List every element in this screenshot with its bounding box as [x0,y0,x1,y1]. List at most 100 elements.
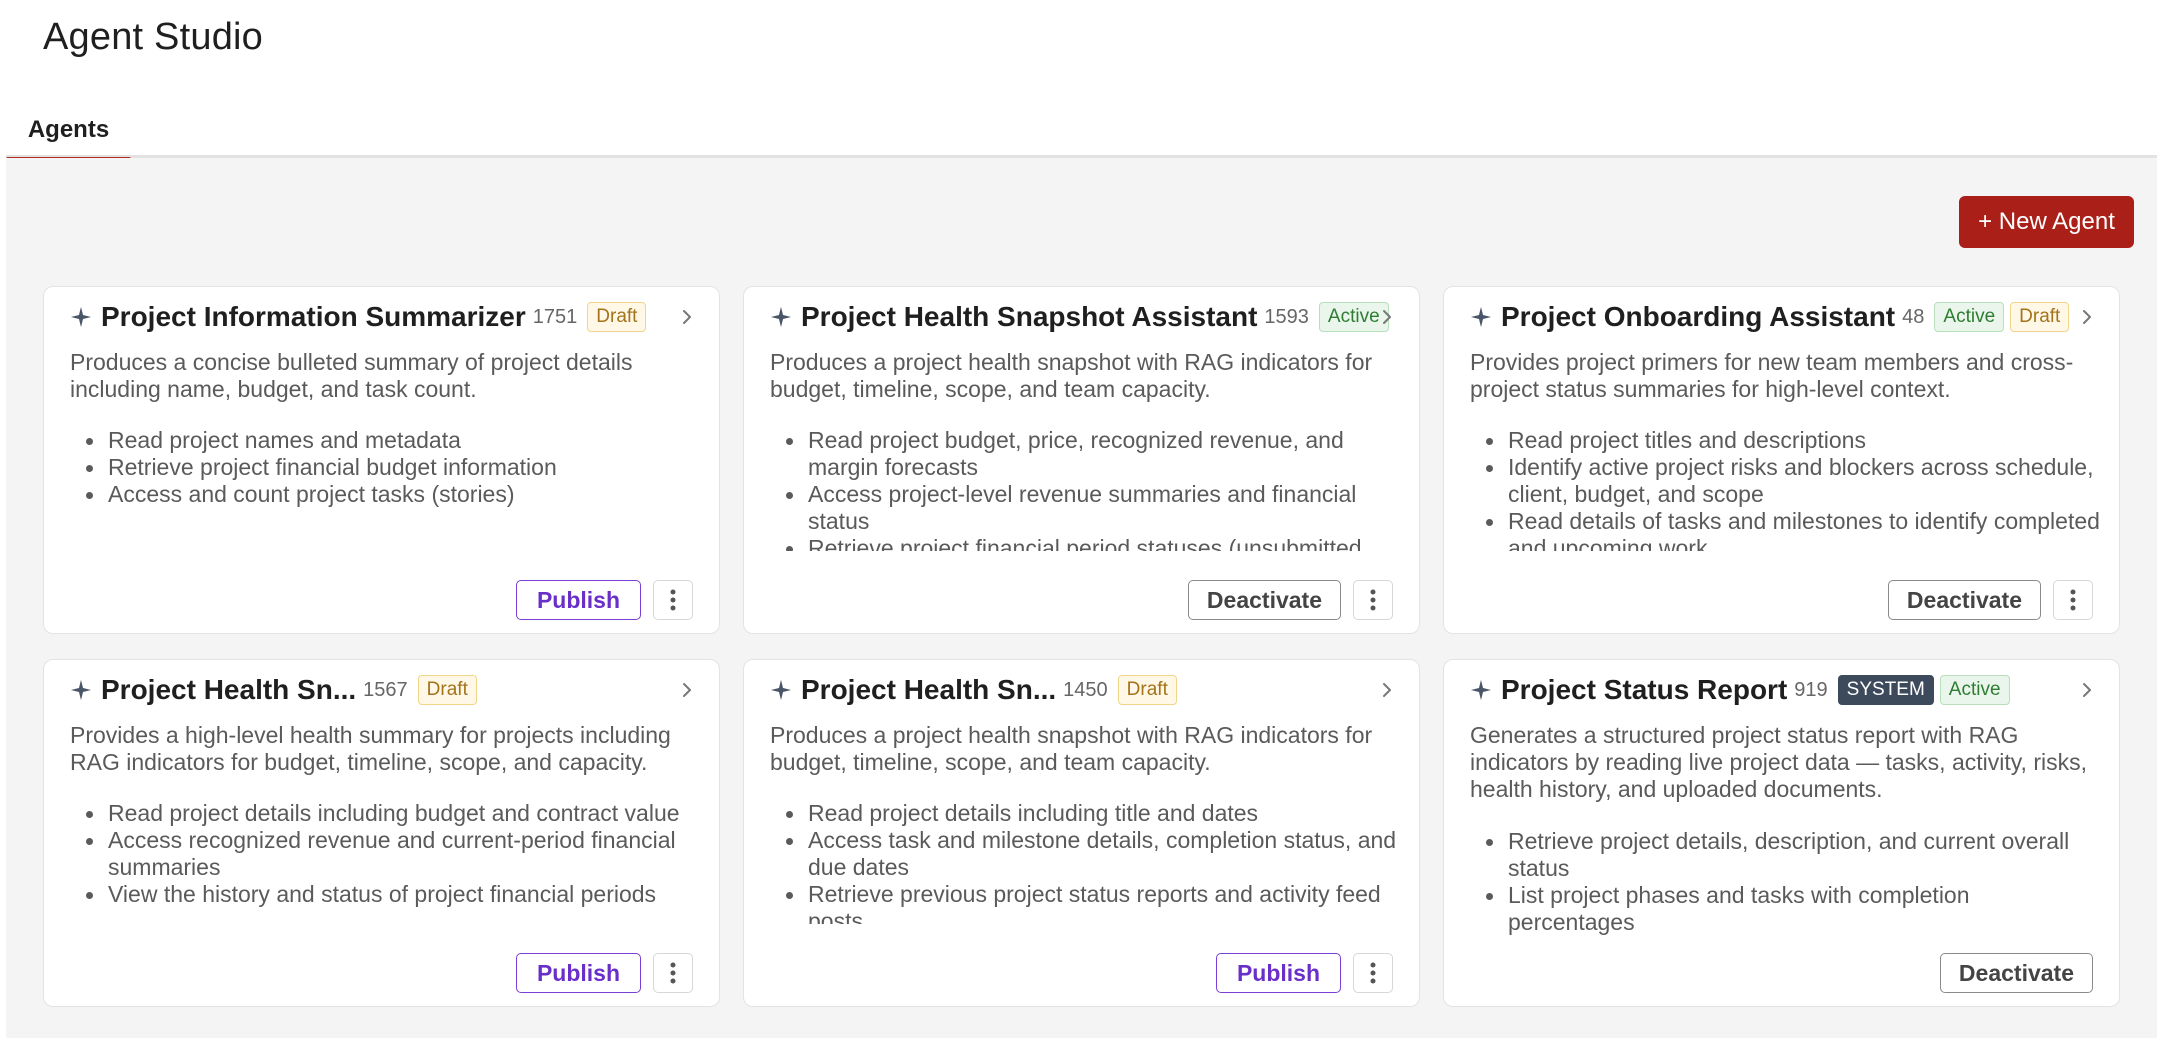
draft-badge: Draft [587,302,647,332]
chevron-right-icon[interactable] [1375,305,1399,329]
draft-badge: Draft [1117,675,1177,705]
agents-panel: + New Agent Project Information Summariz… [6,158,2157,1038]
capability-item: Access recognized revenue and current-pe… [70,827,700,881]
tab-agents[interactable]: Agents [6,110,131,161]
agent-card-1[interactable]: Project Information Summarizer 1751 Draf… [43,286,720,634]
capability-item: Read project titles and descriptions [1470,427,2100,454]
agent-count: 919 [1794,678,1828,701]
agent-badges: Active Draft [1928,302,2070,332]
draft-badge: Draft [2010,302,2070,332]
agent-card-header: Project Health Sn... 1567 Draft [70,670,699,710]
agent-badges: SYSTEM Active [1832,675,2010,705]
deactivate-button[interactable]: Deactivate [1187,580,1341,620]
agent-count: 1593 [1264,305,1309,328]
agent-actions: Publish [515,953,693,993]
capability-item: Read project details including title and… [770,800,1400,827]
app-header: Agent Studio [0,0,2157,100]
more-options-button[interactable] [653,580,693,620]
agent-description: Generates a structured project status re… [1470,722,2087,802]
agent-card-3[interactable]: Project Onboarding Assistant 48 Active Dr… [1443,286,2120,634]
sparkle-icon [1470,306,1492,328]
tab-bar: Agents [6,100,2157,161]
capability-item: Retrieve project financial budget inform… [70,454,700,481]
sparkle-icon [770,679,792,701]
agent-capabilities: Read project details including budget an… [70,800,700,924]
agent-title: Project Information Summarizer [101,301,526,332]
agent-description: Provides a high-level health summary for… [70,722,671,775]
deactivate-button[interactable]: Deactivate [1887,580,2041,620]
agent-capabilities: Read project budget, price, recognized r… [770,427,1400,551]
agent-card-5[interactable]: Project Health Sn... 1450 Draft Produces… [743,659,1420,1007]
sparkle-icon [70,306,92,328]
capability-item: Read project names and metadata [70,427,700,454]
agent-actions: Publish [515,580,693,620]
agent-description: Produces a concise bulleted summary of p… [70,349,633,402]
kebab-menu-icon [2070,589,2076,611]
agent-title: Project Health Sn... [101,674,357,705]
agent-title: Project Status Report [1501,674,1788,705]
capability-item: Access project-level revenue summaries a… [770,481,1400,535]
agent-count: 1567 [363,678,408,701]
agent-capabilities: Read project details including title and… [770,800,1400,924]
capability-item: Identify active project risks and blocke… [1470,454,2100,508]
agent-title: Project Onboarding Assistant [1501,301,1896,332]
capability-item: View the history and status of project f… [70,881,700,908]
chevron-right-icon[interactable] [675,678,699,702]
chevron-right-icon[interactable] [675,305,699,329]
agent-capabilities: Read project names and metadata Retrieve … [70,427,700,551]
sparkle-icon [770,306,792,328]
new-agent-button[interactable]: + New Agent [1959,196,2134,248]
capability-item: Read project details including budget an… [70,800,700,827]
more-options-button[interactable] [1353,580,1393,620]
agent-card-header: Project Status Report 919 SYSTEM Active [1470,670,2099,710]
capability-item: Retrieve project financial period status… [770,535,1400,551]
capability-item: Read project budget, price, recognized r… [770,427,1400,481]
agent-card-header: Project Information Summarizer 1751 Draf… [70,297,699,337]
sparkle-icon [1470,679,1492,701]
more-options-button[interactable] [2053,580,2093,620]
page-title: Agent Studio [43,16,264,58]
chevron-right-icon[interactable] [1375,678,1399,702]
capability-item: Access and count project tasks (stories) [70,481,700,508]
agent-actions: Publish [1215,953,1393,993]
agent-count: 1751 [532,305,578,328]
deactivate-button[interactable]: Deactivate [1939,953,2093,993]
publish-button[interactable]: Publish [515,953,641,993]
agent-card-header: Project Health Sn... 1450 Draft [770,670,1399,710]
agent-badges: Draft [412,675,477,705]
publish-button[interactable]: Publish [1215,953,1341,993]
more-options-button[interactable] [653,953,693,993]
chevron-right-icon[interactable] [2075,305,2099,329]
chevron-right-icon[interactable] [2075,678,2099,702]
capability-item: Retrieve project details, description, a… [1470,828,2100,882]
system-badge: SYSTEM [1837,675,1934,705]
agent-title: Project Health Snapshot Assistant [801,301,1258,332]
agent-title: Project Health Sn... [801,674,1057,705]
more-options-button[interactable] [1353,953,1393,993]
kebab-menu-icon [1370,589,1376,611]
capability-item: Access task and milestone details, compl… [770,827,1400,881]
agent-count: 48 [1902,305,1925,328]
capability-item: Retrieve previous project status reports… [770,881,1400,924]
kebab-menu-icon [1370,962,1376,984]
agent-description: Produces a project health snapshot with … [770,349,1373,402]
agent-count: 1450 [1063,678,1108,701]
agent-actions: Deactivate [1939,953,2093,993]
active-badge: Active [1934,302,2005,332]
kebab-menu-icon [670,589,676,611]
agent-card-header: Project Onboarding Assistant 48 Active Dr… [1470,297,2099,337]
agent-capabilities: Retrieve project details, description, a… [1470,828,2100,952]
capability-item: Read details of tasks and milestones to … [1470,508,2100,551]
agent-badges: Draft [581,302,647,332]
agent-description: Provides project primers for new team me… [1470,349,2074,402]
agent-card-header: Project Health Snapshot Assistant 1593 A… [770,297,1399,337]
capability-item: List project phases and tasks with compl… [1470,882,2100,936]
agent-actions: Deactivate [1187,580,1393,620]
agent-card-2[interactable]: Project Health Snapshot Assistant 1593 A… [743,286,1420,634]
agent-card-6[interactable]: Project Status Report 919 SYSTEM Active G… [1443,659,2120,1007]
agent-badges: Draft [1112,675,1177,705]
agent-actions: Deactivate [1887,580,2093,620]
kebab-menu-icon [670,962,676,984]
publish-button[interactable]: Publish [515,580,641,620]
agent-card-4[interactable]: Project Health Sn... 1567 Draft Provides… [43,659,720,1007]
